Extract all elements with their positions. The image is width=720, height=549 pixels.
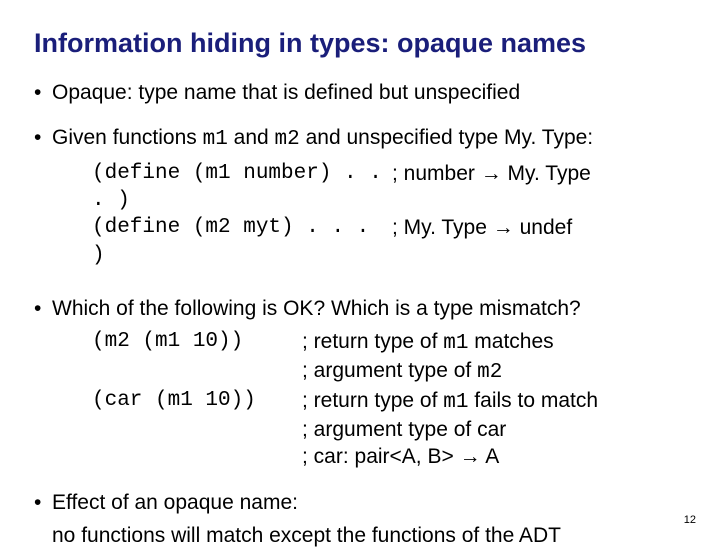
def2-pre: ; My. Type — [392, 216, 493, 239]
ex3-b: fails to match — [468, 389, 598, 412]
b2-m1: m1 — [203, 128, 228, 151]
ex2-comment: ; argument type of m2 — [302, 357, 690, 386]
def1-comment: ; number → My. Type — [392, 160, 690, 215]
page-number: 12 — [684, 514, 696, 526]
bullet-dot-icon: • — [34, 295, 52, 322]
bullet-4: • Effect of an opaque name: — [34, 489, 690, 516]
ex1-m1: m1 — [443, 332, 468, 355]
slide-title: Information hiding in types: opaque name… — [34, 28, 690, 59]
ex-row-3: (car (m1 10)) ; return type of m1 fails … — [92, 387, 690, 416]
ex2-m2: m2 — [477, 361, 502, 384]
def-row-2: (define (m2 myt) . . . ) ; My. Type → un… — [92, 214, 690, 269]
ex5-b: A — [481, 445, 500, 468]
definitions: (define (m1 number) . . . ) ; number → M… — [92, 160, 690, 269]
bullet-dot-icon: • — [34, 489, 52, 516]
bullet-4-line1: Effect of an opaque name: — [52, 489, 690, 516]
bullet-1-block: • Opaque: type name that is defined but … — [34, 79, 690, 106]
def1-post: My. Type — [502, 162, 591, 185]
ex1-code: (m2 (m1 10)) — [92, 328, 302, 357]
bullet-1-text: Opaque: type name that is defined but un… — [52, 79, 690, 106]
ex5-comment: ; car: pair<A, B> → A — [302, 443, 690, 470]
ex5-a: ; car: pair<A, B> — [302, 445, 460, 468]
bullet-dot-icon: • — [34, 124, 52, 151]
bullet-2: • Given functions m1 and m2 and unspecif… — [34, 124, 690, 153]
ex-row-4: ; argument type of car — [92, 416, 690, 443]
bullet-2-block: • Given functions m1 and m2 and unspecif… — [34, 124, 690, 268]
ex1-comment: ; return type of m1 matches — [302, 328, 690, 357]
b2-mid2: and unspecified type My. Type: — [300, 126, 593, 149]
bullet-4-line2: no functions will match except the funct… — [52, 522, 690, 549]
def-row-1: (define (m1 number) . . . ) ; number → M… — [92, 160, 690, 215]
bullet-3-text: Which of the following is OK? Which is a… — [52, 295, 690, 322]
ex4-comment: ; argument type of car — [302, 416, 690, 443]
ex2-a: ; argument type of — [302, 359, 477, 382]
def1-pre: ; number — [392, 162, 481, 185]
ex3-comment: ; return type of m1 fails to match — [302, 387, 690, 416]
arrow-icon: → — [460, 445, 481, 468]
ex2-empty — [92, 357, 302, 386]
ex1-b: matches — [468, 330, 553, 353]
def2-comment: ; My. Type → undef — [392, 214, 690, 269]
examples: (m2 (m1 10)) ; return type of m1 matches… — [92, 328, 690, 470]
ex1-a: ; return type of — [302, 330, 443, 353]
ex5-empty — [92, 443, 302, 470]
b2-mid1: and — [228, 126, 275, 149]
bullet-2-text: Given functions m1 and m2 and unspecifie… — [52, 124, 690, 153]
def1-code: (define (m1 number) . . . ) — [92, 160, 392, 215]
ex3-code: (car (m1 10)) — [92, 387, 302, 416]
slide: Information hiding in types: opaque name… — [0, 0, 720, 540]
arrow-icon: → — [481, 162, 502, 185]
arrow-icon: → — [493, 216, 514, 239]
b2-pre: Given functions — [52, 126, 203, 149]
b2-m2: m2 — [275, 128, 300, 151]
ex3-m1: m1 — [443, 391, 468, 414]
bullet-1: • Opaque: type name that is defined but … — [34, 79, 690, 106]
ex-row-2: ; argument type of m2 — [92, 357, 690, 386]
def2-post: undef — [514, 216, 572, 239]
ex-row-5: ; car: pair<A, B> → A — [92, 443, 690, 470]
ex3-a: ; return type of — [302, 389, 443, 412]
bullet-3: • Which of the following is OK? Which is… — [34, 295, 690, 322]
def2-code: (define (m2 myt) . . . ) — [92, 214, 392, 269]
ex-row-1: (m2 (m1 10)) ; return type of m1 matches — [92, 328, 690, 357]
bullet-3-block: • Which of the following is OK? Which is… — [34, 295, 690, 471]
bullet-dot-icon: • — [34, 79, 52, 106]
ex4-empty — [92, 416, 302, 443]
